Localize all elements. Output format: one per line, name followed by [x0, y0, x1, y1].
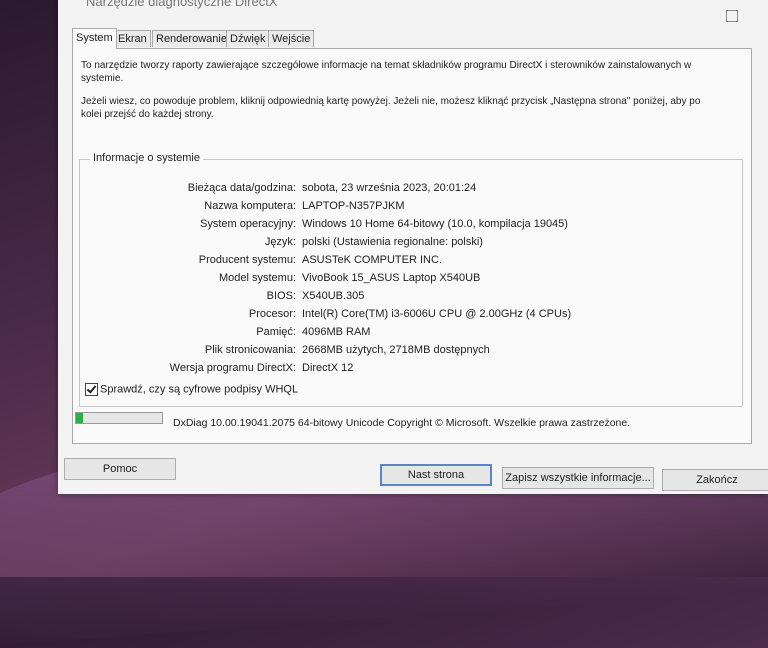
whql-checkbox-row[interactable]: Sprawdź, czy są cyfrowe podpisy WHQL	[85, 383, 298, 396]
info-value: 2668MB użytych, 2718MB dostępnych	[302, 344, 490, 356]
next-page-button[interactable]: Nast strona	[380, 464, 492, 486]
progress-fill	[76, 413, 83, 423]
group-title: Informacje o systemie	[90, 152, 203, 164]
info-value: LAPTOP-N357PJKM	[302, 200, 405, 212]
window-title: Narzędzie diagnostyczne DirectX	[86, 0, 278, 9]
exit-button[interactable]: Zakończ	[662, 469, 768, 491]
system-info-group: Informacje o systemie Bieżąca data/godzi…	[79, 152, 743, 407]
info-label: Producent systemu:	[198, 254, 296, 266]
system-tab-panel: To narzędzie tworzy raporty zawierające …	[72, 48, 752, 444]
info-value: VivoBook 15_ASUS Laptop X540UB	[302, 272, 481, 284]
info-label: Procesor:	[248, 308, 296, 320]
info-value: sobota, 23 września 2023, 20:01:24	[302, 182, 477, 194]
info-label: Bieżąca data/godzina:	[187, 182, 296, 194]
info-value: Intel(R) Core(TM) i3-6006U CPU @ 2.00GHz…	[302, 308, 572, 320]
info-label: Model systemu:	[218, 272, 296, 284]
title-bar: Narzędzie diagnostyczne DirectX	[58, 0, 768, 22]
tab-dzwiek[interactable]: Dźwięk	[226, 30, 270, 47]
info-label: Plik stronicowania:	[204, 344, 296, 356]
info-value: X540UB.305	[302, 290, 365, 302]
info-label: Nazwa komputera:	[204, 200, 296, 212]
intro-text-1: To narzędzie tworzy raporty zawierające …	[81, 60, 692, 84]
info-value: DirectX 12	[302, 362, 354, 374]
info-label: BIOS:	[266, 290, 296, 302]
intro-text-2: Jeżeli wiesz, co powoduje problem, klikn…	[81, 96, 701, 120]
info-label: Język:	[264, 236, 296, 248]
tab-wejscie[interactable]: Wejście	[268, 30, 315, 47]
info-label: Wersja programu DirectX:	[169, 362, 296, 374]
dxdiag-window: Narzędzie diagnostyczne DirectX System E…	[58, 0, 768, 494]
info-label: Pamięć:	[256, 326, 296, 338]
info-value: polski (Ustawienia regionalne: polski)	[302, 236, 483, 248]
tab-ekran[interactable]: Ekran	[114, 30, 151, 47]
save-all-info-button[interactable]: Zapisz wszystkie informacje...	[502, 467, 654, 489]
progress-bar	[75, 412, 163, 424]
whql-checkbox-label: Sprawdź, czy są cyfrowe podpisy WHQL	[100, 383, 299, 396]
version-copyright-text: DxDiag 10.00.19041.2075 64-bitowy Unicod…	[173, 417, 631, 429]
info-value: ASUSTeK COMPUTER INC.	[302, 254, 442, 266]
maximize-icon[interactable]	[726, 10, 738, 22]
info-value: Windows 10 Home 64-bitowy (10.0, kompila…	[302, 218, 568, 230]
tab-renderowanie[interactable]: Renderowanie	[152, 30, 231, 47]
whql-checkbox[interactable]	[85, 383, 98, 396]
info-value: 4096MB RAM	[302, 326, 371, 338]
help-button[interactable]: Pomoc	[64, 458, 176, 480]
tab-system[interactable]: System	[72, 28, 117, 49]
info-label: System operacyjny:	[200, 218, 296, 230]
